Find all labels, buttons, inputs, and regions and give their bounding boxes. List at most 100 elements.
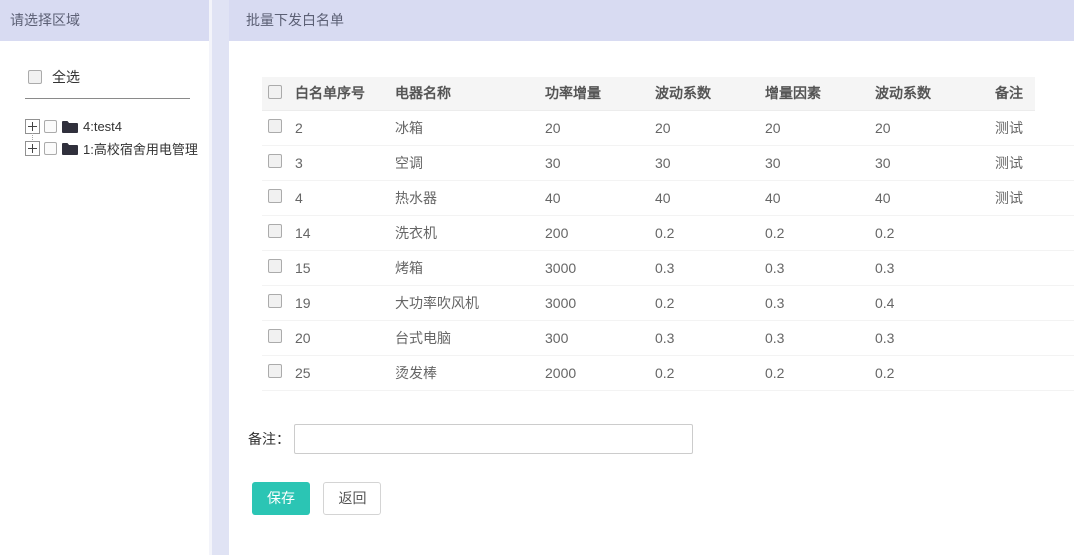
select-all-row[interactable]: 全选 — [0, 67, 209, 87]
whitelist-panel: 批量下发白名单 白名单序号 电器名称 功率增量 波动系数 增量因素 波动系数 备… — [229, 0, 1074, 555]
table-cell: 0.3 — [655, 320, 765, 355]
table-row: 25烫发棒20000.20.20.2 — [262, 355, 1074, 390]
table-cell: 0.3 — [875, 250, 995, 285]
table-cell: 0.3 — [875, 320, 995, 355]
row-checkbox[interactable] — [268, 329, 282, 343]
remark-input[interactable] — [294, 424, 693, 454]
remark-label: 备注： — [248, 429, 290, 449]
row-checkbox-cell — [262, 285, 295, 320]
table-cell: 0.2 — [875, 215, 995, 250]
table-cell: 40 — [765, 180, 875, 215]
region-tree: 4:test4 1:高校宿舍用电管理 — [0, 115, 209, 159]
table-cell: 洗衣机 — [395, 215, 545, 250]
table-cell: 14 — [295, 215, 395, 250]
expand-plus-icon[interactable] — [25, 119, 40, 134]
tree-item-test4[interactable]: 4:test4 — [25, 115, 209, 137]
table-cell: 3000 — [545, 285, 655, 320]
action-buttons: 保存 返回 — [252, 482, 1074, 515]
table-cell: 4 — [295, 180, 395, 215]
select-all-label: 全选 — [52, 67, 80, 87]
tree-item-label[interactable]: 1:高校宿舍用电管理 — [83, 139, 198, 158]
region-panel: 请选择区域 全选 4:test4 1:高校宿舍用电管理 — [0, 0, 212, 555]
table-cell: 20 — [765, 110, 875, 145]
table-row: 15烤箱30000.30.30.3 — [262, 250, 1074, 285]
row-checkbox[interactable] — [268, 364, 282, 378]
table-cell: 烫发棒 — [395, 355, 545, 390]
table-cell: 20 — [295, 320, 395, 355]
table-cell: 40 — [875, 180, 995, 215]
row-checkbox-cell — [262, 355, 295, 390]
table-cell — [995, 215, 1035, 250]
table-cell: 200 — [545, 215, 655, 250]
table-cell: 0.4 — [875, 285, 995, 320]
row-checkbox-cell — [262, 110, 295, 145]
column-header-fluctuation-1: 波动系数 — [655, 77, 765, 110]
column-header-increment-factor: 增量因素 — [765, 77, 875, 110]
table-cell: 大功率吹风机 — [395, 285, 545, 320]
whitelist-table: 白名单序号 电器名称 功率增量 波动系数 增量因素 波动系数 备注 2冰箱202… — [262, 77, 1074, 391]
table-cell: 19 — [295, 285, 395, 320]
table-row: 4热水器40404040测试 — [262, 180, 1074, 215]
table-cell — [995, 320, 1035, 355]
tree-item-dorm-power[interactable]: 1:高校宿舍用电管理 — [25, 137, 209, 159]
region-panel-title: 请选择区域 — [0, 0, 209, 41]
table-row: 2冰箱20202020测试 — [262, 110, 1074, 145]
select-all-checkbox[interactable] — [28, 70, 42, 84]
tree-node-checkbox[interactable] — [44, 120, 57, 133]
table-cell: 烤箱 — [395, 250, 545, 285]
table-cell: 0.2 — [765, 215, 875, 250]
table-cell: 2 — [295, 110, 395, 145]
row-checkbox[interactable] — [268, 224, 282, 238]
row-checkbox[interactable] — [268, 119, 282, 133]
table-row: 3空调30303030测试 — [262, 145, 1074, 180]
column-header-remark: 备注 — [995, 77, 1035, 110]
table-cell: 25 — [295, 355, 395, 390]
table-cell: 0.3 — [765, 285, 875, 320]
table-row: 14洗衣机2000.20.20.2 — [262, 215, 1074, 250]
row-checkbox-cell — [262, 320, 295, 355]
table-cell: 30 — [545, 145, 655, 180]
table-cell: 40 — [655, 180, 765, 215]
table-cell: 测试 — [995, 145, 1035, 180]
row-checkbox[interactable] — [268, 189, 282, 203]
row-checkbox[interactable] — [268, 294, 282, 308]
row-checkbox-cell — [262, 215, 295, 250]
table-cell: 冰箱 — [395, 110, 545, 145]
table-cell: 20 — [545, 110, 655, 145]
page-title: 批量下发白名单 — [229, 0, 1074, 41]
column-header-power-increment: 功率增量 — [545, 77, 655, 110]
table-cell — [995, 355, 1035, 390]
table-cell — [995, 285, 1035, 320]
table-cell: 300 — [545, 320, 655, 355]
table-cell: 3000 — [545, 250, 655, 285]
back-button[interactable]: 返回 — [323, 482, 381, 515]
folder-icon — [62, 142, 78, 155]
table-cell: 20 — [655, 110, 765, 145]
save-button[interactable]: 保存 — [252, 482, 310, 515]
row-checkbox-cell — [262, 180, 295, 215]
table-cell: 3 — [295, 145, 395, 180]
tree-node-checkbox[interactable] — [44, 142, 57, 155]
row-checkbox-cell — [262, 250, 295, 285]
table-cell: 0.3 — [765, 250, 875, 285]
expand-plus-icon[interactable] — [25, 141, 40, 156]
table-cell: 0.2 — [875, 355, 995, 390]
table-cell: 0.2 — [655, 215, 765, 250]
row-checkbox[interactable] — [268, 259, 282, 273]
table-cell: 30 — [765, 145, 875, 180]
row-checkbox-cell — [262, 145, 295, 180]
table-cell — [995, 250, 1035, 285]
table-row: 20台式电脑3000.30.30.3 — [262, 320, 1074, 355]
column-header-serial: 白名单序号 — [295, 77, 395, 110]
header-select-all-checkbox[interactable] — [268, 85, 282, 99]
tree-item-label[interactable]: 4:test4 — [83, 119, 122, 134]
divider — [25, 98, 190, 99]
table-cell: 30 — [655, 145, 765, 180]
table-cell: 热水器 — [395, 180, 545, 215]
table-cell: 15 — [295, 250, 395, 285]
table-cell: 0.2 — [655, 355, 765, 390]
table-cell: 40 — [545, 180, 655, 215]
table-cell: 30 — [875, 145, 995, 180]
table-cell: 0.3 — [655, 250, 765, 285]
row-checkbox[interactable] — [268, 154, 282, 168]
